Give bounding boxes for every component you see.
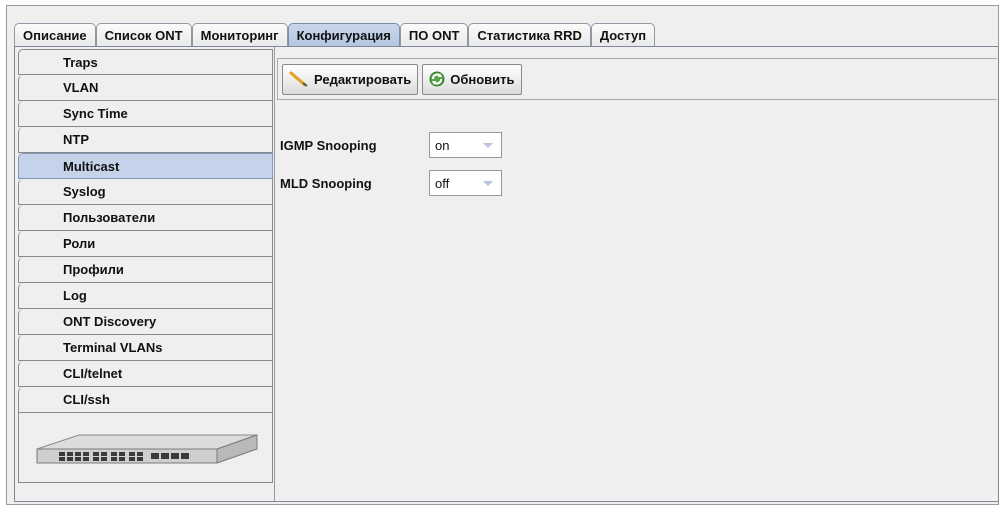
tab-access[interactable]: Доступ: [590, 23, 656, 47]
sidebar-item-profiles[interactable]: Профили: [18, 257, 273, 283]
tab-ont-list[interactable]: Список ONT: [95, 23, 192, 47]
mld-snooping-label: MLD Snooping: [280, 175, 372, 191]
igmp-snooping-row: IGMP Snooping on: [277, 132, 502, 158]
refresh-icon: [429, 71, 445, 87]
chevron-down-icon[interactable]: [475, 133, 501, 157]
mld-snooping-value: off: [435, 175, 450, 191]
igmp-snooping-select[interactable]: on: [429, 132, 502, 158]
sidebar-item-multicast[interactable]: Multicast: [18, 153, 273, 179]
tab-description[interactable]: Описание: [14, 23, 96, 47]
igmp-snooping-label: IGMP Snooping: [280, 137, 377, 153]
chevron-down-icon[interactable]: [475, 171, 501, 195]
tab-ont-software[interactable]: ПО ONT: [399, 23, 469, 47]
main-tabs: Описание Список ONT Мониторинг Конфигура…: [14, 23, 656, 47]
tab-rrd-statistics[interactable]: Статистика RRD: [468, 23, 591, 47]
config-sidebar: Traps VLAN Sync Time NTP Multicast Syslo…: [18, 49, 273, 499]
tab-monitoring[interactable]: Мониторинг: [191, 23, 288, 47]
pencil-icon: [289, 71, 308, 87]
sidebar-item-cli-ssh[interactable]: CLI/ssh: [18, 387, 273, 413]
edit-button[interactable]: Редактировать: [282, 63, 419, 95]
multicast-settings: Редактировать Обновить IGMP Snooping on: [277, 58, 997, 498]
refresh-button[interactable]: Обновить: [422, 63, 522, 95]
toolbar: Редактировать Обновить: [277, 58, 997, 100]
sidebar-item-terminal-vlans[interactable]: Terminal VLANs: [18, 335, 273, 361]
configuration-panel: Traps VLAN Sync Time NTP Multicast Syslo…: [14, 46, 999, 502]
switch-device-icon: [36, 434, 258, 464]
igmp-snooping-value: on: [435, 137, 450, 153]
sidebar-item-sync-time[interactable]: Sync Time: [18, 101, 273, 127]
refresh-button-label: Обновить: [450, 71, 515, 87]
sidebar-item-syslog[interactable]: Syslog: [18, 179, 273, 205]
mld-snooping-row: MLD Snooping off: [277, 170, 502, 196]
sidebar-item-traps[interactable]: Traps: [18, 49, 273, 75]
sidebar-item-ntp[interactable]: NTP: [18, 127, 273, 153]
device-image: [18, 413, 273, 483]
sidebar-item-roles[interactable]: Роли: [18, 231, 273, 257]
sidebar-item-cli-telnet[interactable]: CLI/telnet: [18, 361, 273, 387]
sidebar-item-ont-discovery[interactable]: ONT Discovery: [18, 309, 273, 335]
tab-configuration[interactable]: Конфигурация: [287, 23, 400, 47]
sidebar-item-users[interactable]: Пользователи: [18, 205, 273, 231]
sidebar-item-vlan[interactable]: VLAN: [18, 75, 273, 101]
mld-snooping-select[interactable]: off: [429, 170, 502, 196]
edit-button-label: Редактировать: [314, 71, 412, 87]
panel-divider: [274, 47, 275, 501]
sidebar-item-log[interactable]: Log: [18, 283, 273, 309]
